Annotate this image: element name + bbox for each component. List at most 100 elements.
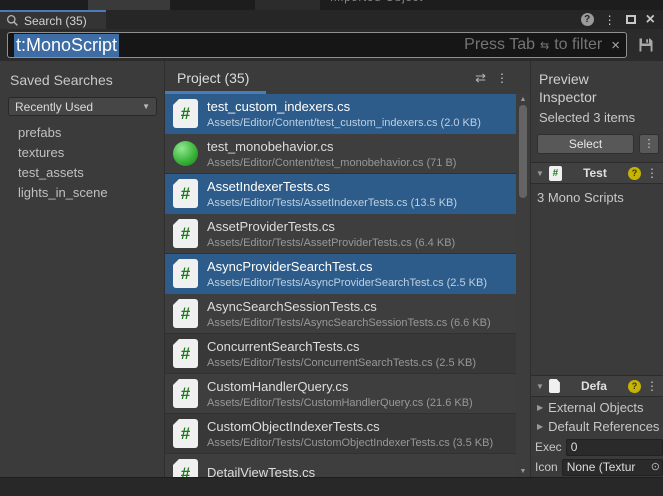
file-path: Assets/Editor/Tests/AssetIndexerTests.cs… bbox=[207, 197, 457, 209]
section-title: Defa bbox=[565, 379, 623, 393]
file-name: test_custom_indexers.cs bbox=[207, 99, 481, 114]
results-panel: Project (35) ⇄ ⋮ # test_custom_indexers.… bbox=[165, 61, 530, 477]
unity-search-window: Imported Object Search (35) ? ⋮ × t:Mono… bbox=[0, 0, 663, 496]
help-badge-icon[interactable]: ? bbox=[628, 380, 641, 393]
file-name: AssetProviderTests.cs bbox=[207, 219, 455, 234]
result-row[interactable]: # AssetIndexerTests.cs Assets/Editor/Test… bbox=[165, 174, 516, 214]
file-path: Assets/Editor/Tests/AssetProviderTests.c… bbox=[207, 237, 455, 249]
csharp-script-icon: # bbox=[173, 219, 198, 248]
result-row[interactable]: # AssetProviderTests.cs Assets/Editor/Tes… bbox=[165, 214, 516, 254]
selection-summary: Selected 3 items bbox=[539, 110, 635, 125]
file-path: Assets/Editor/Content/test_monobehavior.… bbox=[207, 157, 456, 169]
object-picker-icon[interactable]: ⊙ bbox=[651, 460, 660, 475]
help-icon[interactable]: ? bbox=[581, 13, 594, 26]
file-name: ConcurrentSearchTests.cs bbox=[207, 339, 476, 354]
results-list: # test_custom_indexers.cs Assets/Editor/C… bbox=[165, 94, 516, 477]
selection-menu-icon[interactable]: ⋮ bbox=[639, 134, 659, 154]
saved-searches-title: Saved Searches bbox=[10, 72, 113, 88]
file-name: AsyncProviderSearchTest.cs bbox=[207, 259, 487, 274]
csharp-script-icon: # bbox=[173, 379, 198, 408]
file-name: AssetIndexerTests.cs bbox=[207, 179, 457, 194]
clear-search-icon[interactable]: × bbox=[611, 37, 620, 54]
saved-search-item[interactable]: test_assets bbox=[0, 163, 165, 183]
icon-label: Icon bbox=[535, 460, 558, 474]
search-input[interactable]: t:MonoScript Press Tab ⇆ to filter × bbox=[7, 32, 627, 58]
background-window-edge: Imported Object bbox=[0, 0, 663, 10]
result-row[interactable]: # CustomHandlerQuery.csAssets/Editor/Tes… bbox=[165, 374, 516, 414]
saved-search-item[interactable]: textures bbox=[0, 143, 165, 163]
section-menu-icon[interactable]: ⋮ bbox=[646, 380, 658, 392]
mono-scripts-summary: 3 Mono Scripts bbox=[537, 190, 624, 205]
foldout-closed-icon: ▶ bbox=[537, 422, 543, 431]
save-icon bbox=[638, 37, 654, 53]
maximize-icon[interactable] bbox=[626, 15, 636, 24]
foldout-closed-icon: ▶ bbox=[537, 403, 543, 412]
file-name: test_monobehavior.cs bbox=[207, 139, 456, 154]
panel-title: Preview Inspector bbox=[539, 70, 597, 106]
csharp-script-icon: # bbox=[173, 259, 198, 288]
foldout-default-references[interactable]: ▶ Default References bbox=[537, 417, 663, 436]
result-row[interactable]: # test_custom_indexers.csAssets/Editor/C… bbox=[165, 94, 516, 134]
window-tab-search[interactable]: Search (35) bbox=[0, 10, 106, 29]
search-toolbar: t:MonoScript Press Tab ⇆ to filter × bbox=[0, 29, 663, 61]
result-row[interactable]: # ConcurrentSearchTests.cs Assets/Editor/… bbox=[165, 334, 516, 374]
file-path: Assets/Editor/Tests/AsyncProviderSearchT… bbox=[207, 277, 487, 289]
background-fragment bbox=[255, 0, 320, 10]
tab-key-icon: ⇆ bbox=[540, 39, 549, 52]
foldout-external-objects[interactable]: ▶ External Objects bbox=[537, 398, 663, 417]
saved-search-item[interactable]: lights_in_scene bbox=[0, 183, 165, 203]
result-row[interactable]: # AsyncSearchSessionTests.csAssets/Edito… bbox=[165, 294, 516, 334]
results-menu-icon[interactable]: ⋮ bbox=[496, 72, 508, 84]
scroll-down-icon[interactable]: ▼ bbox=[516, 468, 530, 475]
foldout-open-icon[interactable]: ▼ bbox=[536, 382, 544, 391]
icon-object-field[interactable]: None (Textur ⊙ bbox=[562, 459, 663, 476]
window-menu-icon[interactable]: ⋮ bbox=[604, 14, 616, 26]
help-badge-icon[interactable]: ? bbox=[628, 167, 641, 180]
csharp-script-icon: # bbox=[173, 179, 198, 208]
save-search-button[interactable] bbox=[638, 37, 654, 53]
inspector-section-test[interactable]: ▼ # Test ? ⋮ bbox=[531, 162, 663, 184]
monobehaviour-sphere-icon: # bbox=[173, 141, 198, 166]
file-path: Assets/Editor/Tests/ConcurrentSearchTest… bbox=[207, 357, 476, 369]
csharp-script-icon: # bbox=[173, 99, 198, 128]
file-name: AsyncSearchSessionTests.cs bbox=[207, 299, 491, 314]
scrollbar-thumb[interactable] bbox=[519, 105, 527, 198]
inspector-section-defaults[interactable]: ▼ Defa ? ⋮ bbox=[531, 375, 663, 397]
result-row[interactable]: # AsyncProviderSearchTest.cs Assets/Edito… bbox=[165, 254, 516, 294]
result-row[interactable]: # test_monobehavior.cs Assets/Editor/Cont… bbox=[165, 134, 516, 174]
tab-label: Search (35) bbox=[24, 14, 87, 28]
select-button[interactable]: Select bbox=[537, 134, 634, 154]
document-icon bbox=[549, 379, 560, 393]
preview-inspector-panel: Preview Inspector Selected 3 items Selec… bbox=[530, 61, 663, 477]
saved-search-item[interactable]: prefabs bbox=[0, 123, 165, 143]
csharp-script-icon: # bbox=[173, 459, 198, 477]
scroll-up-icon[interactable]: ▲ bbox=[516, 96, 530, 103]
section-menu-icon[interactable]: ⋮ bbox=[646, 167, 658, 179]
csharp-script-icon: # bbox=[173, 339, 198, 368]
file-path: Assets/Editor/Tests/CustomObjectIndexerT… bbox=[207, 437, 493, 449]
results-header: Project (35) ⇄ ⋮ bbox=[165, 61, 530, 94]
csharp-script-icon: # bbox=[173, 419, 198, 448]
csharp-script-icon: # bbox=[173, 299, 198, 328]
chevron-down-icon: ▼ bbox=[142, 102, 150, 111]
results-scrollbar[interactable]: ▲ ▼ bbox=[516, 94, 530, 477]
section-title: Test bbox=[567, 166, 623, 180]
status-bar: ⚙ bbox=[0, 477, 663, 496]
search-hint: Press Tab ⇆ to filter bbox=[464, 36, 602, 54]
result-row[interactable]: # DetailViewTests.cs bbox=[165, 454, 516, 477]
search-icon bbox=[6, 14, 19, 27]
close-icon[interactable]: × bbox=[646, 12, 655, 28]
search-query-text: t:MonoScript bbox=[14, 34, 119, 57]
execution-order-field[interactable]: 0 bbox=[566, 439, 663, 456]
results-group-tab[interactable]: Project (35) bbox=[165, 70, 249, 86]
sort-order-dropdown[interactable]: Recently Used ▼ bbox=[8, 97, 157, 116]
result-row[interactable]: # CustomObjectIndexerTests.csAssets/Edit… bbox=[165, 414, 516, 454]
file-name: DetailViewTests.cs bbox=[207, 465, 315, 478]
file-path: Assets/Editor/Tests/CustomHandlerQuery.c… bbox=[207, 397, 473, 409]
titlebar: Search (35) ? ⋮ × bbox=[0, 10, 663, 29]
csharp-script-icon: # bbox=[549, 166, 562, 181]
execution-order-label: Exec bbox=[535, 440, 562, 454]
background-fragment bbox=[88, 0, 170, 10]
refresh-icon[interactable]: ⇄ bbox=[475, 70, 486, 86]
foldout-open-icon[interactable]: ▼ bbox=[536, 169, 544, 178]
